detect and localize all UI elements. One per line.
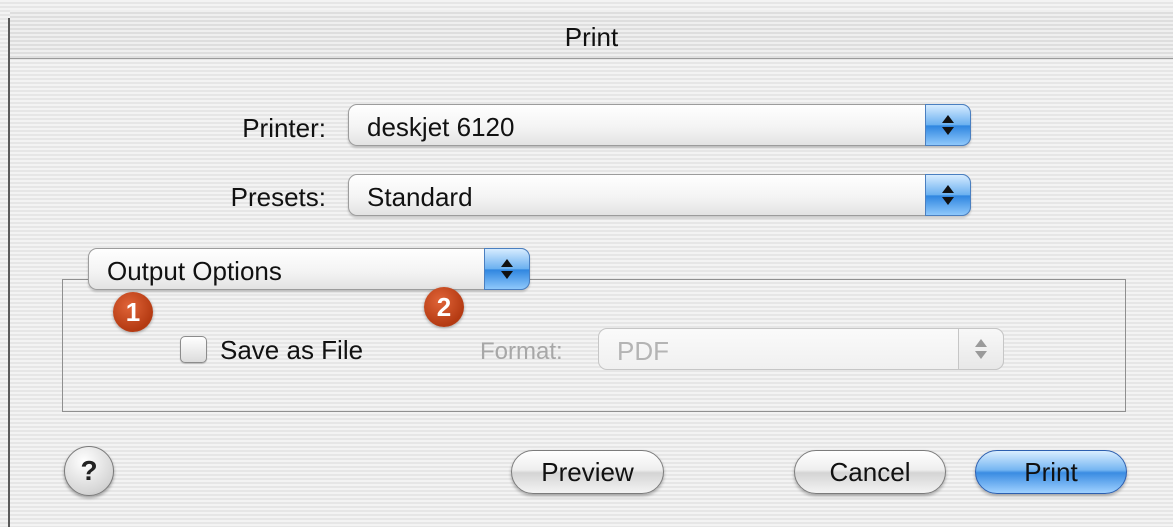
printer-popup[interactable]: deskjet 6120: [348, 104, 971, 146]
presets-label: Presets:: [230, 182, 326, 212]
title-bar: Print: [10, 10, 1173, 59]
save-as-file-label[interactable]: Save as File: [220, 335, 363, 366]
preview-button[interactable]: Preview: [511, 450, 664, 494]
panel-value: Output Options: [107, 256, 282, 286]
presets-popup[interactable]: Standard: [348, 174, 971, 216]
window-edge: [8, 18, 10, 527]
format-label: Format:: [480, 338, 563, 365]
popup-arrows-icon: [484, 248, 530, 290]
callout-badge-1: 1: [113, 292, 153, 332]
window-title: Print: [564, 22, 619, 52]
panel-popup[interactable]: Output Options: [88, 248, 530, 290]
save-as-file-checkbox[interactable]: [180, 336, 207, 363]
printer-value: deskjet 6120: [367, 112, 515, 142]
presets-value: Standard: [367, 182, 473, 212]
callout-badge-2: 2: [424, 287, 464, 327]
popup-arrows-icon: [958, 328, 1004, 370]
print-button[interactable]: Print: [975, 450, 1127, 494]
format-value: PDF: [617, 336, 669, 366]
help-button[interactable]: ?: [64, 446, 114, 496]
format-popup[interactable]: PDF: [598, 328, 1004, 370]
cancel-button[interactable]: Cancel: [794, 450, 946, 494]
printer-label: Printer:: [242, 113, 326, 143]
popup-arrows-icon: [925, 174, 971, 216]
popup-arrows-icon: [925, 104, 971, 146]
